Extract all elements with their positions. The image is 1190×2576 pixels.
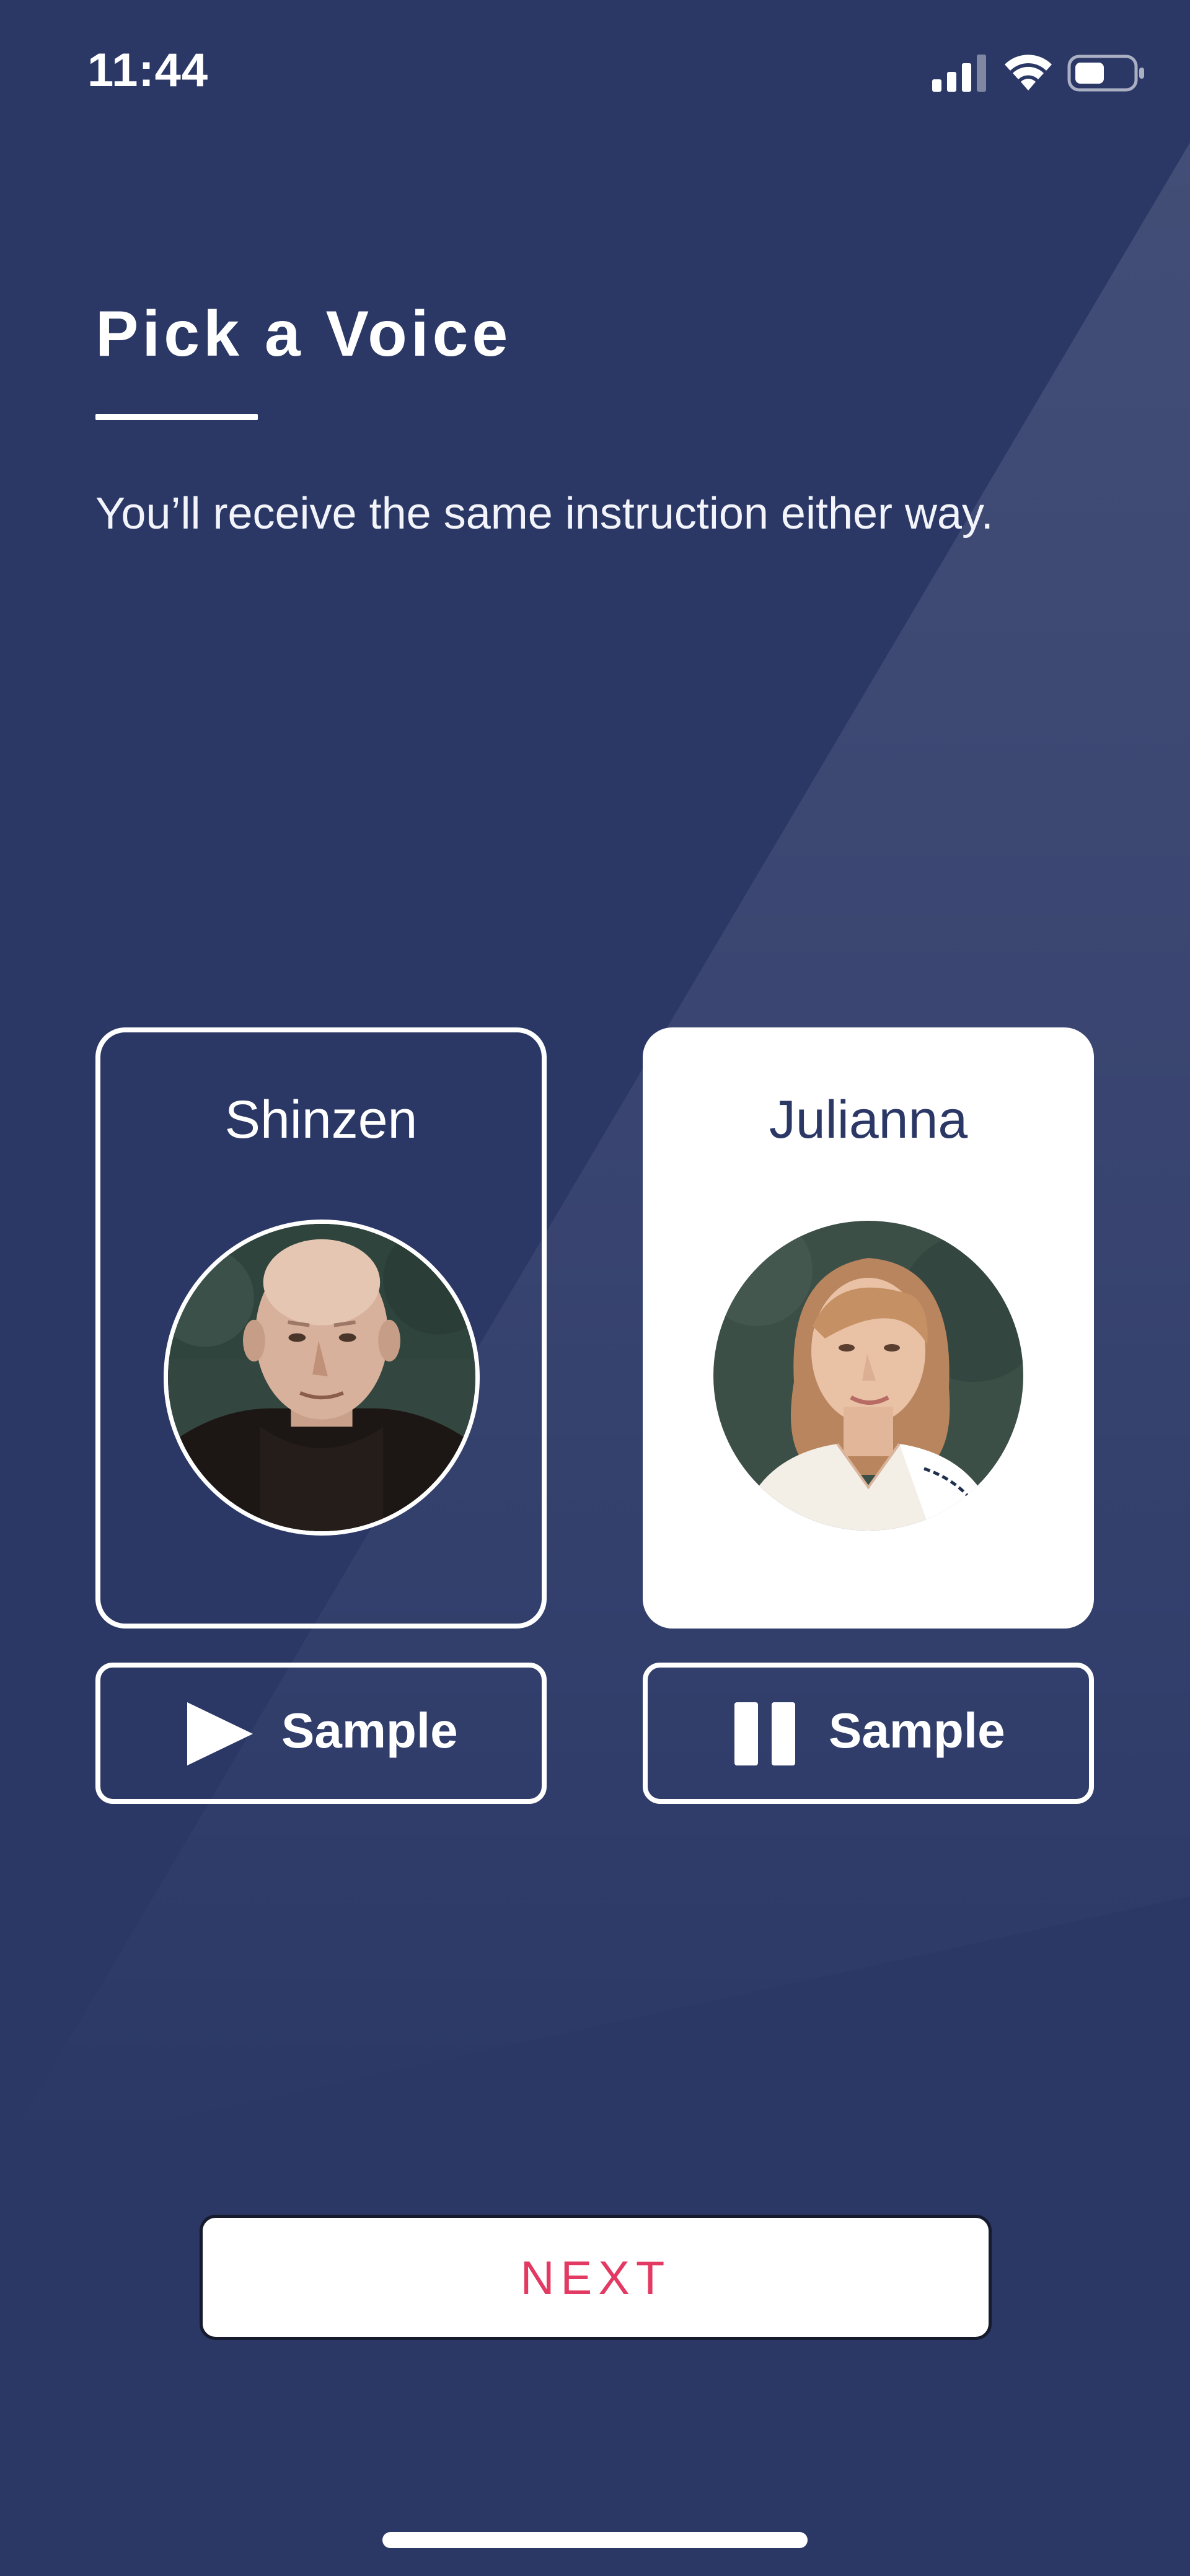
next-button[interactable]: NEXT: [200, 2215, 992, 2340]
wifi-icon: [1005, 55, 1052, 90]
page-title: Pick a Voice: [95, 298, 512, 370]
voice-picker-screen: 11:44 Pick a Voice You’ll receive the sa…: [0, 0, 1190, 2576]
voice-card-julianna[interactable]: Julianna: [643, 1027, 1094, 1629]
cellular-signal-icon: [932, 55, 986, 92]
pause-icon: [734, 1702, 795, 1765]
avatar-shinzen: [164, 1220, 480, 1536]
home-indicator[interactable]: [382, 2532, 808, 2548]
status-bar: 11:44: [0, 0, 1190, 149]
title-underline: [95, 414, 258, 420]
voice-card-shinzen[interactable]: Shinzen: [95, 1027, 547, 1629]
battery-icon: [1067, 55, 1144, 92]
voice-name: Julianna: [769, 1090, 968, 1150]
sample-label: Sample: [829, 1703, 1005, 1758]
page-subtitle: You’ll receive the same instruction eith…: [95, 489, 994, 538]
sample-label: Sample: [281, 1703, 458, 1758]
sample-button-shinzen[interactable]: Sample: [95, 1663, 547, 1804]
status-time: 11:44: [87, 44, 209, 97]
play-icon: [187, 1702, 253, 1765]
voice-name: Shinzen: [224, 1090, 418, 1150]
sample-button-julianna[interactable]: Sample: [643, 1663, 1094, 1804]
avatar-julianna: [713, 1221, 1023, 1531]
next-label: NEXT: [520, 2252, 671, 2305]
